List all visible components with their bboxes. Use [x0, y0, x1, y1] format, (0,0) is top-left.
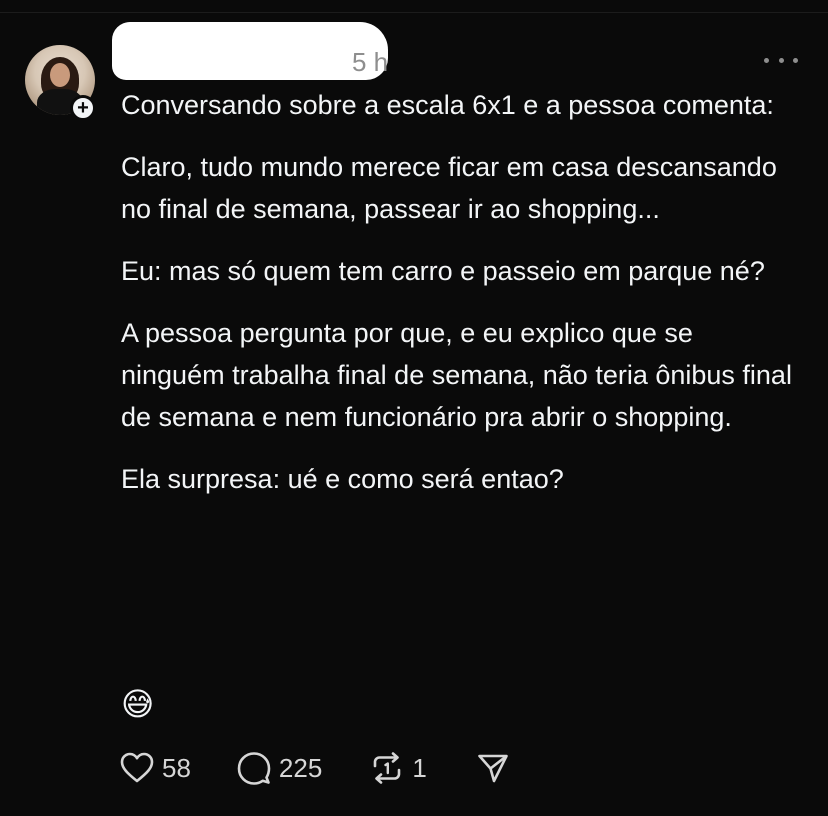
reply-button[interactable]: 225	[237, 751, 322, 785]
post-body: Conversando sobre a escala 6x1 e a pesso…	[121, 84, 801, 520]
reply-count: 225	[278, 752, 323, 783]
post-paragraph: Claro, tudo mundo merece ficar em casa d…	[121, 152, 785, 224]
post-actions: 58 225 1	[120, 748, 509, 788]
comment-bubble-icon	[237, 752, 271, 785]
heart-icon	[120, 752, 154, 783]
post-timestamp: 5 h	[352, 47, 389, 77]
grinning-sweat-emoji-icon: 😅	[121, 686, 155, 722]
post-paragraph: Eu: mas só quem tem carro e passeio em p…	[121, 256, 765, 286]
post-paragraph: Conversando sobre a escala 6x1 e a pesso…	[121, 90, 774, 120]
username-redaction	[112, 22, 388, 80]
share-button[interactable]	[477, 752, 509, 784]
post-paragraph: A pessoa pergunta por que, e eu explico …	[121, 318, 800, 432]
top-divider	[0, 12, 828, 13]
like-button[interactable]: 58	[120, 752, 191, 784]
follow-plus-icon[interactable]: +	[70, 95, 96, 121]
post-paragraph: Ela surpresa: ué e como será entao?	[121, 464, 564, 494]
more-options-icon[interactable]	[764, 48, 798, 72]
repost-count: 1	[412, 752, 427, 783]
repost-button[interactable]: 1	[370, 752, 427, 784]
send-icon	[477, 754, 508, 783]
repost-icon	[374, 752, 401, 784]
like-count: 58	[162, 752, 191, 783]
